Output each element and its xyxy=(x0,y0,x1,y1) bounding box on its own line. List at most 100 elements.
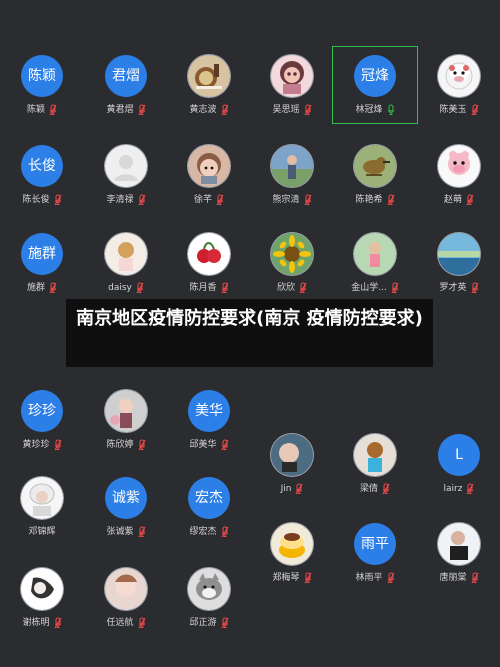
participant-avatar[interactable] xyxy=(354,434,396,476)
microphone-muted-icon[interactable] xyxy=(303,572,312,584)
participant-avatar[interactable] xyxy=(105,568,147,610)
participant-tile[interactable]: 长俊 陈长俊 xyxy=(0,137,84,213)
participant-avatar[interactable] xyxy=(271,523,313,565)
participant-tile[interactable]: 任远航 xyxy=(84,560,168,636)
microphone-muted-icon[interactable] xyxy=(49,104,57,116)
participant-avatar[interactable] xyxy=(21,568,63,610)
participant-tile[interactable]: 吴思瑶 xyxy=(250,47,334,123)
participant-avatar[interactable] xyxy=(21,477,63,519)
participant-avatar[interactable] xyxy=(271,233,313,275)
participant-avatar[interactable] xyxy=(188,233,230,275)
microphone-muted-icon[interactable] xyxy=(137,104,146,116)
microphone-muted-icon[interactable] xyxy=(220,439,229,451)
participant-tile[interactable]: 李清禄 xyxy=(84,137,168,213)
participant-avatar[interactable]: 诚紫 xyxy=(105,477,147,519)
participant-avatar[interactable]: 长俊 xyxy=(21,145,63,187)
participant-avatar[interactable] xyxy=(438,145,480,187)
participant-avatar[interactable]: L xyxy=(438,434,480,476)
microphone-muted-icon[interactable] xyxy=(137,617,146,629)
participant-avatar[interactable]: 君熠 xyxy=(105,55,147,97)
microphone-muted-icon[interactable] xyxy=(53,617,62,629)
participant-avatar[interactable] xyxy=(105,233,147,275)
participant-tile[interactable]: 黄志波 xyxy=(167,47,251,123)
participant-avatar[interactable] xyxy=(271,145,313,187)
microphone-muted-icon[interactable] xyxy=(53,194,62,206)
participant-avatar[interactable] xyxy=(188,145,230,187)
microphone-muted-icon[interactable] xyxy=(53,439,62,451)
participant-avatar[interactable] xyxy=(188,568,230,610)
microphone-muted-icon[interactable] xyxy=(137,194,146,206)
microphone-muted-icon[interactable] xyxy=(466,483,474,495)
participant-avatar[interactable]: 施群 xyxy=(21,233,63,275)
microphone-muted-icon[interactable] xyxy=(295,483,303,495)
participant-name: 黄君熠 xyxy=(106,104,134,115)
participant-avatar[interactable] xyxy=(105,145,147,187)
participant-tile[interactable]: 梁倩 xyxy=(333,426,417,502)
participant-tile[interactable]: 邱正游 xyxy=(167,560,251,636)
microphone-muted-icon[interactable] xyxy=(386,572,395,584)
participant-tile[interactable]: 陈月香 xyxy=(167,225,251,301)
microphone-muted-icon[interactable] xyxy=(303,194,312,206)
participant-tile[interactable]: 郑梅琴 xyxy=(250,515,334,591)
participant-tile[interactable]: 雨平 林雨平 xyxy=(333,515,417,591)
participant-avatar[interactable]: 宏杰 xyxy=(188,477,230,519)
participant-tile[interactable]: 施群 施群 xyxy=(0,225,84,301)
participant-tile[interactable]: 美华 邱美华 xyxy=(167,382,251,458)
participant-avatar[interactable]: 雨平 xyxy=(354,523,396,565)
microphone-icon[interactable] xyxy=(387,104,395,116)
participant-avatar[interactable] xyxy=(271,434,313,476)
microphone-muted-icon[interactable] xyxy=(386,194,395,206)
participant-tile[interactable]: 金山学... xyxy=(333,225,417,301)
microphone-muted-icon[interactable] xyxy=(470,572,479,584)
participant-avatar[interactable]: 陈颖 xyxy=(21,55,63,97)
microphone-muted-icon[interactable] xyxy=(299,282,307,294)
participant-tile[interactable]: 邓锦辉 xyxy=(0,469,84,545)
participant-tile[interactable]: 谢栋明 xyxy=(0,560,84,636)
participant-tile[interactable]: Llairz xyxy=(417,426,500,502)
participant-tile[interactable]: 欣欣 xyxy=(250,225,334,301)
microphone-muted-icon[interactable] xyxy=(220,617,229,629)
participant-tile[interactable]: 赵萌 xyxy=(417,137,500,213)
microphone-muted-icon[interactable] xyxy=(220,282,229,294)
participant-tile[interactable]: daisy xyxy=(84,225,168,301)
participant-avatar[interactable] xyxy=(354,233,396,275)
microphone-muted-icon[interactable] xyxy=(137,526,146,538)
participant-tile[interactable]: 陈艳希 xyxy=(333,137,417,213)
microphone-muted-icon[interactable] xyxy=(136,282,144,294)
participant-avatar[interactable] xyxy=(354,145,396,187)
participant-tile[interactable]: 罗才英 xyxy=(417,225,500,301)
participant-tile[interactable]: 陈美玉 xyxy=(417,47,500,123)
microphone-muted-icon[interactable] xyxy=(466,194,474,206)
microphone-muted-icon[interactable] xyxy=(216,194,224,206)
participant-avatar[interactable] xyxy=(438,523,480,565)
participant-tile[interactable]: 珍珍 黄珍珍 xyxy=(0,382,84,458)
participant-avatar[interactable]: 冠烽 xyxy=(354,55,396,97)
microphone-muted-icon[interactable] xyxy=(137,439,146,451)
microphone-muted-icon[interactable] xyxy=(220,526,229,538)
microphone-muted-icon[interactable] xyxy=(470,104,479,116)
microphone-muted-icon[interactable] xyxy=(391,282,399,294)
participant-avatar[interactable]: 美华 xyxy=(188,390,230,432)
microphone-muted-icon[interactable] xyxy=(49,282,57,294)
participant-avatar[interactable] xyxy=(105,390,147,432)
participant-name-row: 黄君熠 xyxy=(84,103,168,117)
participant-avatar[interactable]: 珍珍 xyxy=(21,390,63,432)
microphone-muted-icon[interactable] xyxy=(382,483,390,495)
participant-tile[interactable]: 君熠 黄君熠 xyxy=(84,47,168,123)
participant-avatar[interactable] xyxy=(188,55,230,97)
microphone-muted-icon[interactable] xyxy=(470,282,479,294)
microphone-muted-icon[interactable] xyxy=(303,104,312,116)
microphone-muted-icon[interactable] xyxy=(220,104,229,116)
participant-avatar[interactable] xyxy=(271,55,313,97)
participant-tile[interactable]: 冠烽 林冠烽 xyxy=(332,46,418,124)
participant-tile[interactable]: 陈颖 陈颖 xyxy=(0,47,84,123)
participant-tile[interactable]: 陈欣婷 xyxy=(84,382,168,458)
participant-tile[interactable]: 熊宗清 xyxy=(250,137,334,213)
participant-avatar[interactable] xyxy=(438,233,480,275)
participant-tile[interactable]: 诚紫 张诚紫 xyxy=(84,469,168,545)
participant-tile[interactable]: Jin xyxy=(250,426,334,502)
participant-tile[interactable]: 唐丽棠 xyxy=(417,515,500,591)
participant-avatar[interactable] xyxy=(438,55,480,97)
participant-tile[interactable]: 宏杰 缪宏杰 xyxy=(167,469,251,545)
participant-tile[interactable]: 徐芊 xyxy=(167,137,251,213)
